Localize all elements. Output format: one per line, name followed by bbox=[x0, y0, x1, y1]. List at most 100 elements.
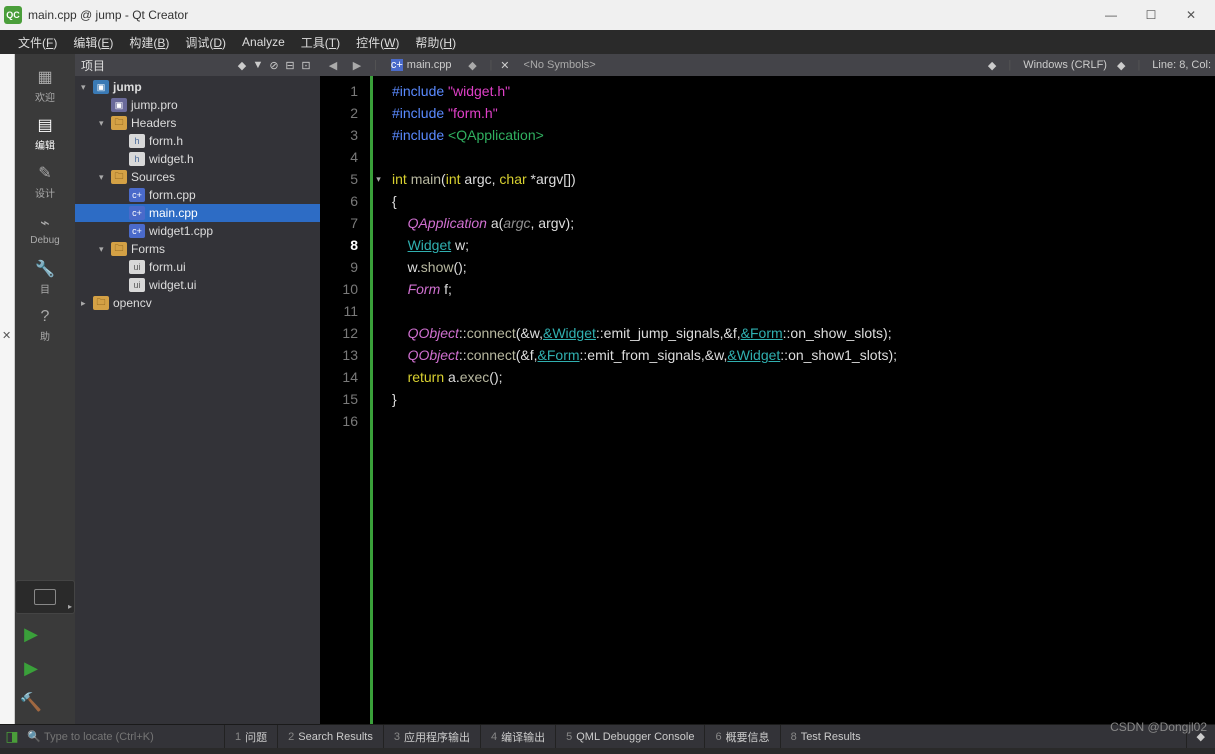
tree-item[interactable]: ▾🗀Forms bbox=[75, 240, 320, 258]
file-tab[interactable]: c+ main.cpp bbox=[385, 59, 458, 71]
tree-item[interactable]: ▣jump.pro bbox=[75, 96, 320, 114]
split-icon[interactable]: ⊟ bbox=[282, 59, 298, 72]
output-panel-4[interactable]: 4编译输出 bbox=[480, 725, 555, 748]
locate-icon[interactable]: ◨ bbox=[0, 728, 24, 745]
code-line[interactable]: w.show(); bbox=[392, 256, 1207, 278]
menu-Analyze[interactable]: Analyze bbox=[234, 35, 293, 49]
code-editor[interactable]: 12345678910111213141516 ▾ #include "widg… bbox=[320, 76, 1215, 724]
code-line[interactable]: Form f; bbox=[392, 278, 1207, 300]
menu-控件[interactable]: 控件(W) bbox=[348, 34, 407, 51]
menu-调试[interactable]: 调试(D) bbox=[177, 34, 234, 51]
tree-item[interactable]: c+form.cpp bbox=[75, 186, 320, 204]
fold-marker bbox=[373, 234, 384, 256]
build-button[interactable]: 🔨 bbox=[15, 688, 47, 716]
link-icon[interactable]: ⊘ bbox=[266, 59, 282, 72]
mode-设计[interactable]: ✎设计 bbox=[17, 160, 73, 202]
menu-工具[interactable]: 工具(T) bbox=[293, 34, 348, 51]
code-line[interactable] bbox=[392, 146, 1207, 168]
mode-助[interactable]: ?助 bbox=[17, 304, 73, 346]
debug-button[interactable]: ▶ bbox=[15, 654, 47, 682]
expand-icon[interactable]: ▾ bbox=[99, 244, 111, 255]
mode-欢迎[interactable]: ▦欢迎 bbox=[17, 64, 73, 106]
tree-item[interactable]: ▾🗀Headers bbox=[75, 114, 320, 132]
filter-icon[interactable]: ▼ bbox=[250, 59, 266, 71]
pro-icon: ▣ bbox=[111, 98, 127, 112]
code-line[interactable]: QObject::connect(&w,&Widget::emit_jump_s… bbox=[392, 322, 1207, 344]
expand-icon[interactable]: ▾ bbox=[81, 82, 93, 93]
h-icon: h bbox=[129, 152, 145, 166]
cpp-icon: c+ bbox=[129, 206, 145, 220]
tree-label: form.h bbox=[149, 134, 183, 148]
mode-Debug[interactable]: ⌁Debug bbox=[17, 208, 73, 250]
project-tree[interactable]: ▾▣jump▣jump.pro▾🗀Headershform.hhwidget.h… bbox=[75, 76, 320, 724]
minimize-button[interactable]: — bbox=[1091, 1, 1131, 29]
tree-item[interactable]: hwidget.h bbox=[75, 150, 320, 168]
tree-label: form.ui bbox=[149, 260, 186, 274]
code-line[interactable] bbox=[392, 300, 1207, 322]
nav-forward-icon[interactable]: ▶ bbox=[348, 59, 366, 72]
line-number: 7 bbox=[320, 212, 358, 234]
output-panel-5[interactable]: 5QML Debugger Console bbox=[555, 725, 704, 748]
output-panel-6[interactable]: 6概要信息 bbox=[704, 725, 779, 748]
tree-item[interactable]: ▸🗀opencv bbox=[75, 294, 320, 312]
encoding-label[interactable]: Windows (CRLF) bbox=[1023, 59, 1107, 72]
encoding-dropdown-icon[interactable]: ◆ bbox=[1117, 59, 1125, 72]
symbols-dropdown[interactable]: <No Symbols> bbox=[516, 59, 604, 71]
expand-icon[interactable]: ▸ bbox=[81, 298, 93, 309]
target-selector[interactable]: ▸ bbox=[15, 580, 75, 614]
output-panel-8[interactable]: 8Test Results bbox=[780, 725, 871, 748]
close-button[interactable]: ✕ bbox=[1171, 1, 1211, 29]
mode-编辑[interactable]: ▤编辑 bbox=[17, 112, 73, 154]
output-panel-3[interactable]: 3应用程序输出 bbox=[383, 725, 480, 748]
bug-icon: ⌁ bbox=[40, 213, 50, 233]
code-line[interactable]: #include "form.h" bbox=[392, 102, 1207, 124]
folder-icon: 🗀 bbox=[111, 116, 127, 130]
menu-帮助[interactable]: 帮助(H) bbox=[407, 34, 464, 51]
menu-编辑[interactable]: 编辑(E) bbox=[65, 34, 121, 51]
menu-构建[interactable]: 构建(B) bbox=[121, 34, 177, 51]
code-line[interactable]: QApplication a(argc, argv); bbox=[392, 212, 1207, 234]
tree-item[interactable]: ▾▣jump bbox=[75, 78, 320, 96]
tree-item[interactable]: uiform.ui bbox=[75, 258, 320, 276]
menu-文件[interactable]: 文件(F) bbox=[10, 34, 65, 51]
project-header: 项目 ◆ ▼ ⊘ ⊟ ⊡ bbox=[75, 54, 320, 76]
status-dropdown-icon[interactable]: ◆ bbox=[988, 59, 996, 72]
fold-marker bbox=[373, 410, 384, 432]
maximize-button[interactable]: ☐ bbox=[1131, 1, 1171, 29]
code-line[interactable]: #include <QApplication> bbox=[392, 124, 1207, 146]
expand-icon[interactable]: ▾ bbox=[99, 118, 111, 129]
tab-close-icon[interactable]: ✕ bbox=[500, 59, 509, 72]
code-line[interactable]: } bbox=[392, 388, 1207, 410]
code-line[interactable]: { bbox=[392, 190, 1207, 212]
line-number: 8 bbox=[320, 234, 358, 256]
tree-item[interactable]: c+widget1.cpp bbox=[75, 222, 320, 240]
output-panel-1[interactable]: 1问题 bbox=[224, 725, 277, 748]
line-number: 6 bbox=[320, 190, 358, 212]
code-line[interactable] bbox=[392, 410, 1207, 432]
tree-item[interactable]: c+main.cpp bbox=[75, 204, 320, 222]
code-content[interactable]: #include "widget.h"#include "form.h"#inc… bbox=[384, 76, 1215, 724]
code-line[interactable]: Widget w; bbox=[392, 234, 1207, 256]
line-number: 2 bbox=[320, 102, 358, 124]
code-line[interactable]: int main(int argc, char *argv[]) bbox=[392, 168, 1207, 190]
output-panel-2[interactable]: 2Search Results bbox=[277, 725, 383, 748]
tree-item[interactable]: hform.h bbox=[75, 132, 320, 150]
run-button[interactable]: ▶ bbox=[15, 620, 47, 648]
fold-marker[interactable]: ▾ bbox=[373, 168, 384, 190]
tree-item[interactable]: ▾🗀Sources bbox=[75, 168, 320, 186]
tab-dropdown-icon[interactable]: ◆ bbox=[463, 59, 481, 72]
tree-item[interactable]: uiwidget.ui bbox=[75, 276, 320, 294]
code-line[interactable]: QObject::connect(&f,&Form::emit_from_sig… bbox=[392, 344, 1207, 366]
close-icon[interactable]: ✕ bbox=[2, 329, 11, 342]
menu-bar: 文件(F)编辑(E)构建(B)调试(D)Analyze工具(T)控件(W)帮助(… bbox=[0, 30, 1215, 54]
nav-back-icon[interactable]: ◀ bbox=[324, 59, 342, 72]
code-line[interactable]: return a.exec(); bbox=[392, 366, 1207, 388]
project-panel: 项目 ◆ ▼ ⊘ ⊟ ⊡ ▾▣jump▣jump.pro▾🗀Headershfo… bbox=[75, 54, 320, 724]
code-line[interactable]: #include "widget.h" bbox=[392, 80, 1207, 102]
cpp-icon: c+ bbox=[129, 188, 145, 202]
expand-icon[interactable]: ▾ bbox=[99, 172, 111, 183]
locate-input[interactable] bbox=[44, 731, 224, 743]
close-panel-icon[interactable]: ⊡ bbox=[298, 59, 314, 72]
mode-目[interactable]: 🔧目 bbox=[17, 256, 73, 298]
dropdown-icon[interactable]: ◆ bbox=[234, 59, 250, 72]
